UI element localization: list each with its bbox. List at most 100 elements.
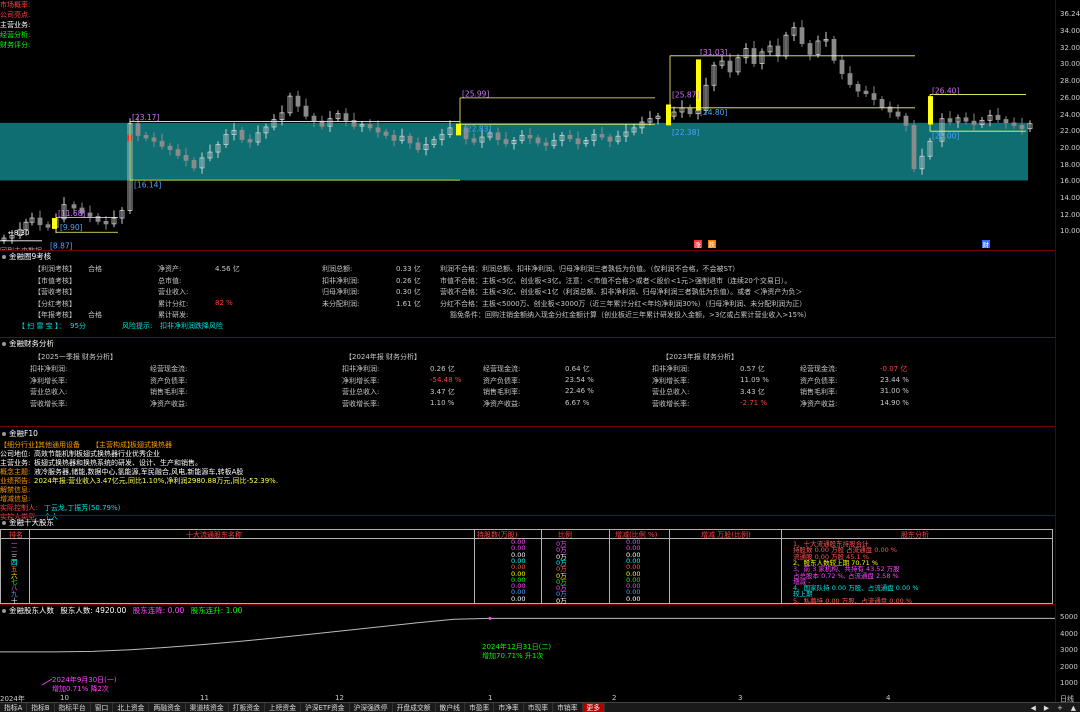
candle-body	[135, 123, 141, 136]
candle-body	[839, 59, 845, 74]
finance-value: 1.10 %	[430, 398, 455, 407]
candle-body	[727, 60, 733, 73]
price-tick-label: 24.00	[1060, 110, 1080, 119]
indicator-tab[interactable]: 更多	[582, 703, 606, 712]
indicator-tab[interactable]: 市销率	[553, 703, 583, 712]
indicator-tab[interactable]: 上榜资金	[265, 703, 302, 712]
price-tick-label: 20.00	[1060, 143, 1080, 152]
low-price-label: ←8.30	[8, 229, 29, 237]
signal-candle-yellow	[456, 123, 461, 136]
candle-body	[687, 107, 693, 115]
kline-chart[interactable]: [23.17] [16.14] [11.68] [9.90] [8.87] [25.99]…	[0, 0, 1080, 250]
candle-body	[879, 99, 885, 108]
finance-column-header: 【2025一季报 财务分析】	[34, 353, 118, 361]
indicator-tab[interactable]: 北上资金	[113, 703, 150, 712]
finance-value: -54.48 %	[430, 375, 462, 384]
price-annotation: [9.90]	[60, 223, 83, 232]
candle-body	[159, 140, 165, 147]
check-key: 未分配利润:	[322, 299, 360, 308]
finance-key: 经营现金流:	[800, 365, 838, 373]
finance-key: 经营现金流:	[150, 365, 188, 373]
candle-body	[807, 43, 813, 55]
candle-body	[607, 136, 613, 142]
finance-value: 31.00 %	[880, 387, 909, 395]
score-label: 【 扫 雷 宝 】：	[18, 322, 66, 330]
table-divider	[781, 530, 782, 603]
signal-candle-red	[127, 134, 132, 142]
price-annotation: [22.00]	[932, 131, 959, 140]
check-note: 豁免条件：回购注销金额纳入现金分红金额计算（创业板近三年累计研发投入金额，>3亿…	[450, 311, 811, 319]
finance-value: 3.43 亿	[740, 388, 765, 396]
candle-body	[847, 73, 853, 85]
finance-key: 营收增长率:	[342, 399, 380, 408]
date-tick-label: 2	[612, 694, 617, 702]
event-badge-icon[interactable]: 涨	[694, 240, 702, 249]
check-key: 营业收入:	[158, 288, 189, 296]
tabbar-nav-icon[interactable]: ▶	[1040, 703, 1053, 712]
finance-value: 22.46 %	[565, 387, 594, 395]
indicator-tab[interactable]: 开盘成交额	[393, 703, 436, 712]
table-divider	[541, 530, 542, 603]
tabbar-spacer	[605, 703, 1027, 712]
candle-body	[855, 84, 861, 92]
price-top-label: 36.24	[1060, 10, 1080, 18]
candle-body	[863, 90, 869, 95]
check-value: 0.33 亿	[396, 265, 421, 273]
indicator-tab[interactable]: 两融资金	[149, 703, 186, 712]
indicator-tab[interactable]: 散户线	[436, 703, 465, 712]
check-value: 1.61 亿	[396, 299, 421, 308]
indicator-tab[interactable]: 指标平台	[55, 703, 91, 712]
f10-title[interactable]: 金融F10	[2, 428, 38, 439]
holders-tick-label: 2000	[1060, 662, 1078, 671]
price-annotation: [24.80]	[700, 108, 727, 117]
candle-body	[503, 139, 509, 145]
chart-top-labels: 市场概率: 公司亮点: 主营业务: 经营分析: 财务评分:	[0, 0, 30, 50]
score-value: 95分	[70, 322, 86, 330]
event-badge-icon[interactable]: 跌	[708, 240, 716, 249]
candle-body	[167, 145, 173, 150]
check-name: 【年报考核】	[34, 311, 76, 319]
holders-tick-label: 3000	[1060, 646, 1078, 654]
finance-value: 14.90 %	[880, 398, 909, 407]
indicator-tab[interactable]: 市盈率	[465, 703, 495, 712]
finance-key: 营业总收入:	[652, 388, 690, 396]
candle-body	[247, 139, 253, 143]
ninecheck-title[interactable]: 金融圈9考核	[2, 251, 51, 262]
finance-value: -0.07 亿	[880, 365, 908, 373]
check-key: 净资产:	[158, 265, 182, 273]
date-tick-label: 3	[738, 694, 743, 702]
candle-body	[471, 138, 477, 143]
candle-body	[599, 134, 605, 138]
indicator-tab[interactable]: 指标B	[27, 703, 55, 712]
price-annotation: [25.87]	[672, 90, 699, 99]
indicator-tab[interactable]: 市现率	[524, 703, 554, 712]
panel-dot-icon	[2, 255, 6, 259]
indicator-tab[interactable]: 指标A	[0, 703, 28, 712]
finance-key: 营收增长率:	[652, 399, 690, 408]
finance-key: 营业总收入:	[342, 388, 380, 396]
holders-tick-label: 5000	[1060, 613, 1078, 621]
tabbar-nav-icon[interactable]: ◀	[1027, 703, 1040, 712]
event-badge-icon[interactable]: 财	[982, 240, 990, 249]
separator	[0, 426, 1055, 427]
check-note: 分红不合格：主板<5000万、创业板<3000万（近三年累计分红<年均净利润30…	[440, 299, 807, 308]
indicator-tab[interactable]: 窗口	[91, 703, 114, 712]
finance-value: 23.54 %	[565, 375, 594, 384]
candle-body	[183, 155, 189, 161]
tabbar-nav-icon[interactable]: ▲	[1067, 703, 1080, 712]
indicator-tab[interactable]: 沪深ETF资金	[301, 703, 350, 712]
indicator-tab[interactable]: 市净率	[494, 703, 524, 712]
finance-title[interactable]: 金融财务分析	[2, 338, 54, 349]
separator	[0, 515, 1055, 516]
tabbar-nav-icon[interactable]: +	[1053, 703, 1067, 712]
finance-value: 23.44 %	[880, 375, 909, 384]
check-key: 利润总额:	[322, 265, 353, 273]
indicator-tab[interactable]: 打板资金	[229, 703, 265, 712]
date-tick-label: 1	[488, 694, 493, 702]
finance-key: 净利增长率:	[30, 376, 68, 385]
indicator-tab[interactable]: 渠道核资金	[186, 703, 229, 712]
date-tick-label: 11	[200, 694, 209, 702]
candle-body	[311, 115, 317, 122]
shareholders-title[interactable]: 金融十大股东	[2, 517, 54, 528]
indicator-tab[interactable]: 沪深强跌停	[350, 703, 393, 712]
